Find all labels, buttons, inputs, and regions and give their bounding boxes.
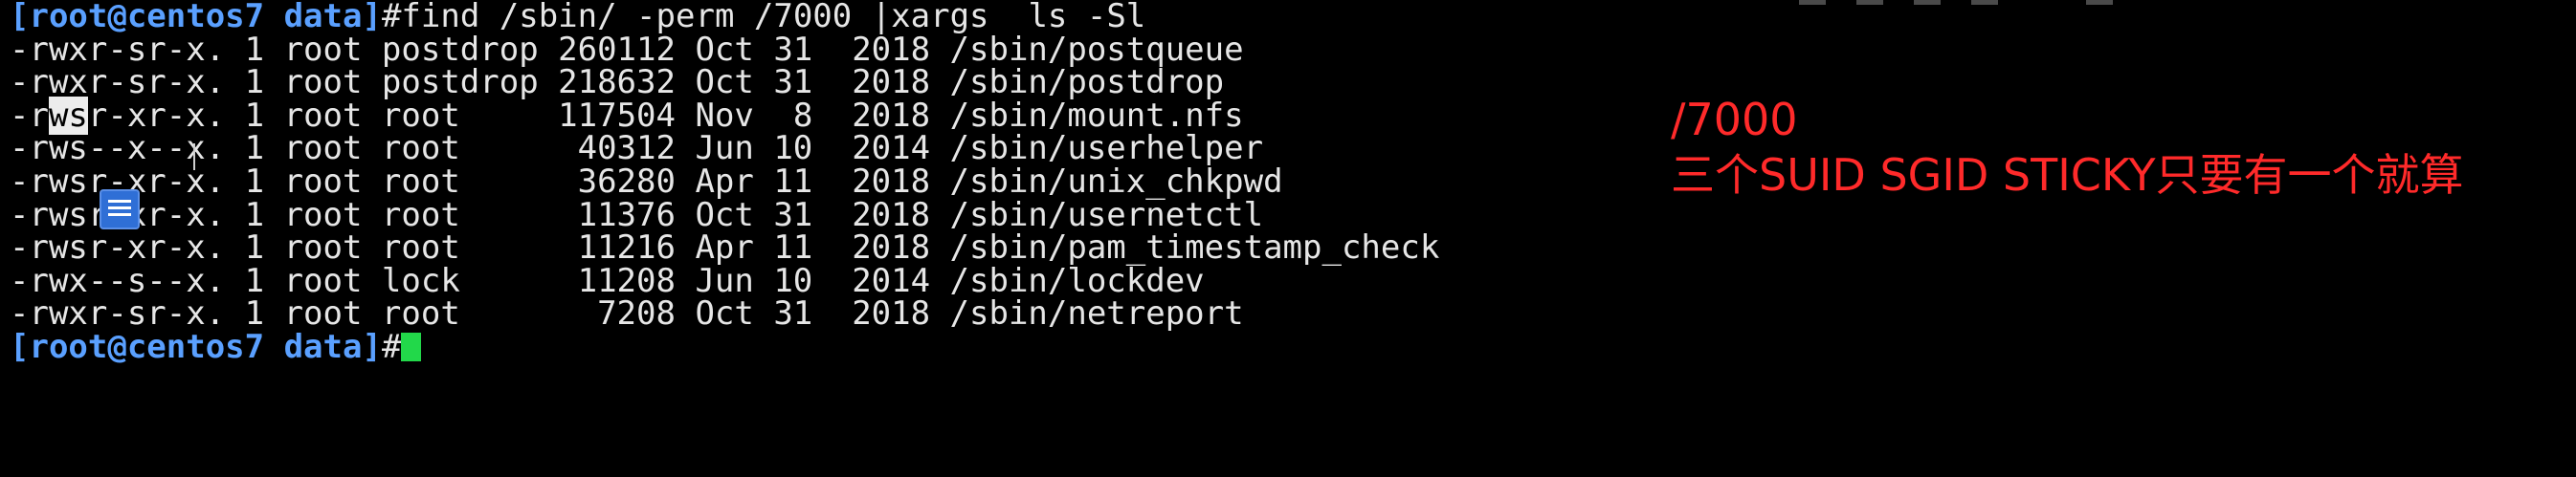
red-annotation: /7000 三个SUID SGID STICKY只要有一个就算 bbox=[1671, 92, 2464, 203]
window-top-edge-marks bbox=[1799, 0, 2201, 6]
terminal-output[interactable]: [root@centos7 data]#find /sbin/ -perm /7… bbox=[10, 0, 1439, 364]
prompt-symbol-current: # bbox=[381, 327, 402, 366]
output-line-3: -rwsr-xr-x. 1 root root 117504 Nov 8 201… bbox=[10, 96, 1439, 135]
annotation-line-2: 三个SUID SGID STICKY只要有一个就算 bbox=[1671, 149, 2464, 201]
text-cursor-icon bbox=[193, 143, 205, 170]
output-line-5: -rwsr-xr-x. 1 root root 36280 Apr 11 201… bbox=[10, 162, 1283, 201]
annotation-line-1: /7000 bbox=[1671, 94, 1798, 145]
output-line-4: -rws--x--x. 1 root root 40312 Jun 10 201… bbox=[10, 129, 1264, 168]
output-line-1: -rwxr-sr-x. 1 root postdrop 260112 Oct 3… bbox=[10, 30, 1244, 69]
document-icon[interactable] bbox=[101, 191, 138, 228]
output-line-2: -rwxr-sr-x. 1 root postdrop 218632 Oct 3… bbox=[10, 63, 1225, 102]
output-line-9: -rwxr-sr-x. 1 root root 7208 Oct 31 2018… bbox=[10, 294, 1244, 334]
output-line-7: -rwsr-xr-x. 1 root root 11216 Apr 11 201… bbox=[10, 228, 1440, 268]
block-cursor bbox=[401, 332, 421, 361]
command-line: [root@centos7 data]#find /sbin/ -perm /7… bbox=[10, 0, 1439, 33]
output-line-8: -rwx--s--x. 1 root lock 11208 Jun 10 201… bbox=[10, 261, 1205, 300]
terminal-window[interactable]: [root@centos7 data]#find /sbin/ -perm /7… bbox=[0, 0, 2576, 477]
current-prompt-line[interactable]: [root@centos7 data]# bbox=[10, 331, 1439, 364]
shell-prompt-current: [root@centos7 data] bbox=[10, 327, 382, 366]
output-line-6: -rwsr-xr-x. 1 root root 11376 Oct 31 201… bbox=[10, 195, 1264, 234]
